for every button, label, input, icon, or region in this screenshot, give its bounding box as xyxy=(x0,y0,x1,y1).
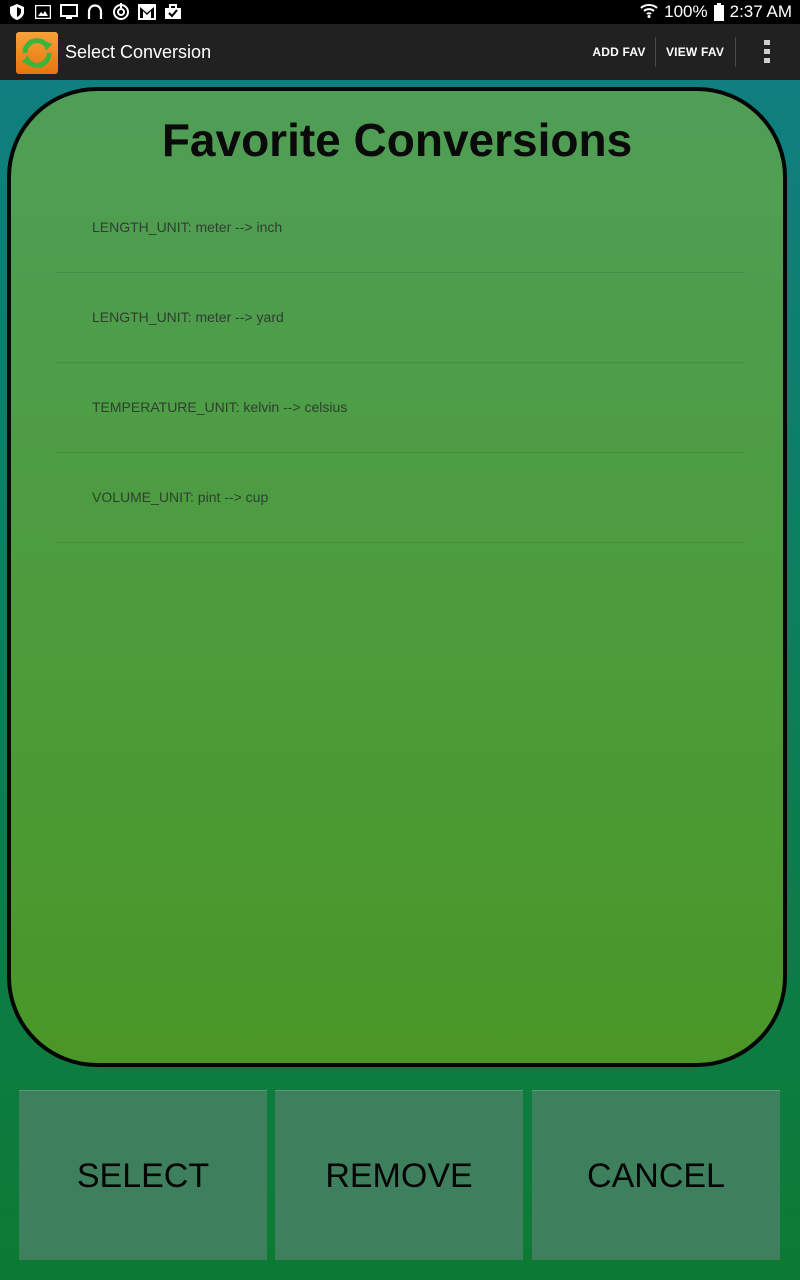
list-item-label: VOLUME_UNIT: pint --> cup xyxy=(92,489,269,505)
action-bar: Select Conversion ADD FAV VIEW FAV xyxy=(0,24,800,80)
list-item[interactable]: LENGTH_UNIT: meter --> yard xyxy=(56,273,745,363)
view-fav-button[interactable]: VIEW FAV xyxy=(658,24,732,80)
status-right: 100% 2:37 AM xyxy=(640,0,792,24)
favorites-card: Favorite Conversions LENGTH_UNIT: meter … xyxy=(7,87,787,1067)
action-divider xyxy=(735,37,736,67)
gmail-icon xyxy=(138,3,156,21)
cancel-button[interactable]: CANCEL xyxy=(532,1090,780,1260)
battery-percent: 100% xyxy=(664,2,708,21)
image-icon xyxy=(34,3,52,21)
list-item-label: LENGTH_UNIT: meter --> inch xyxy=(92,219,283,235)
more-vertical-icon[interactable] xyxy=(752,38,782,66)
favorites-list: LENGTH_UNIT: meter --> inch LENGTH_UNIT:… xyxy=(56,183,745,543)
list-item-label: LENGTH_UNIT: meter --> yard xyxy=(92,309,284,325)
list-item-label: TEMPERATURE_UNIT: kelvin --> celsius xyxy=(92,399,348,415)
wifi-icon xyxy=(640,2,658,23)
page-title: Favorite Conversions xyxy=(161,114,633,166)
select-button[interactable]: SELECT xyxy=(19,1090,267,1260)
list-item[interactable]: LENGTH_UNIT: meter --> inch xyxy=(56,183,745,273)
headset-icon xyxy=(86,3,104,21)
refresh-arrows-icon[interactable] xyxy=(16,32,58,74)
list-item[interactable]: VOLUME_UNIT: pint --> cup xyxy=(56,453,745,543)
briefcase-icon xyxy=(164,3,182,21)
battery-icon xyxy=(713,3,724,21)
add-fav-button[interactable]: ADD FAV xyxy=(586,24,652,80)
list-item[interactable]: TEMPERATURE_UNIT: kelvin --> celsius xyxy=(56,363,745,453)
notification-icons xyxy=(8,2,182,22)
remove-button[interactable]: REMOVE xyxy=(275,1090,523,1260)
cast-icon xyxy=(60,3,78,21)
shield-icon xyxy=(8,3,26,21)
action-divider xyxy=(655,37,656,67)
clock: 2:37 AM xyxy=(729,2,792,21)
main-content: Favorite Conversions LENGTH_UNIT: meter … xyxy=(0,80,800,1280)
app-title: Select Conversion xyxy=(65,42,212,62)
sync-icon xyxy=(112,3,130,21)
status-bar: 100% 2:37 AM xyxy=(0,0,800,24)
